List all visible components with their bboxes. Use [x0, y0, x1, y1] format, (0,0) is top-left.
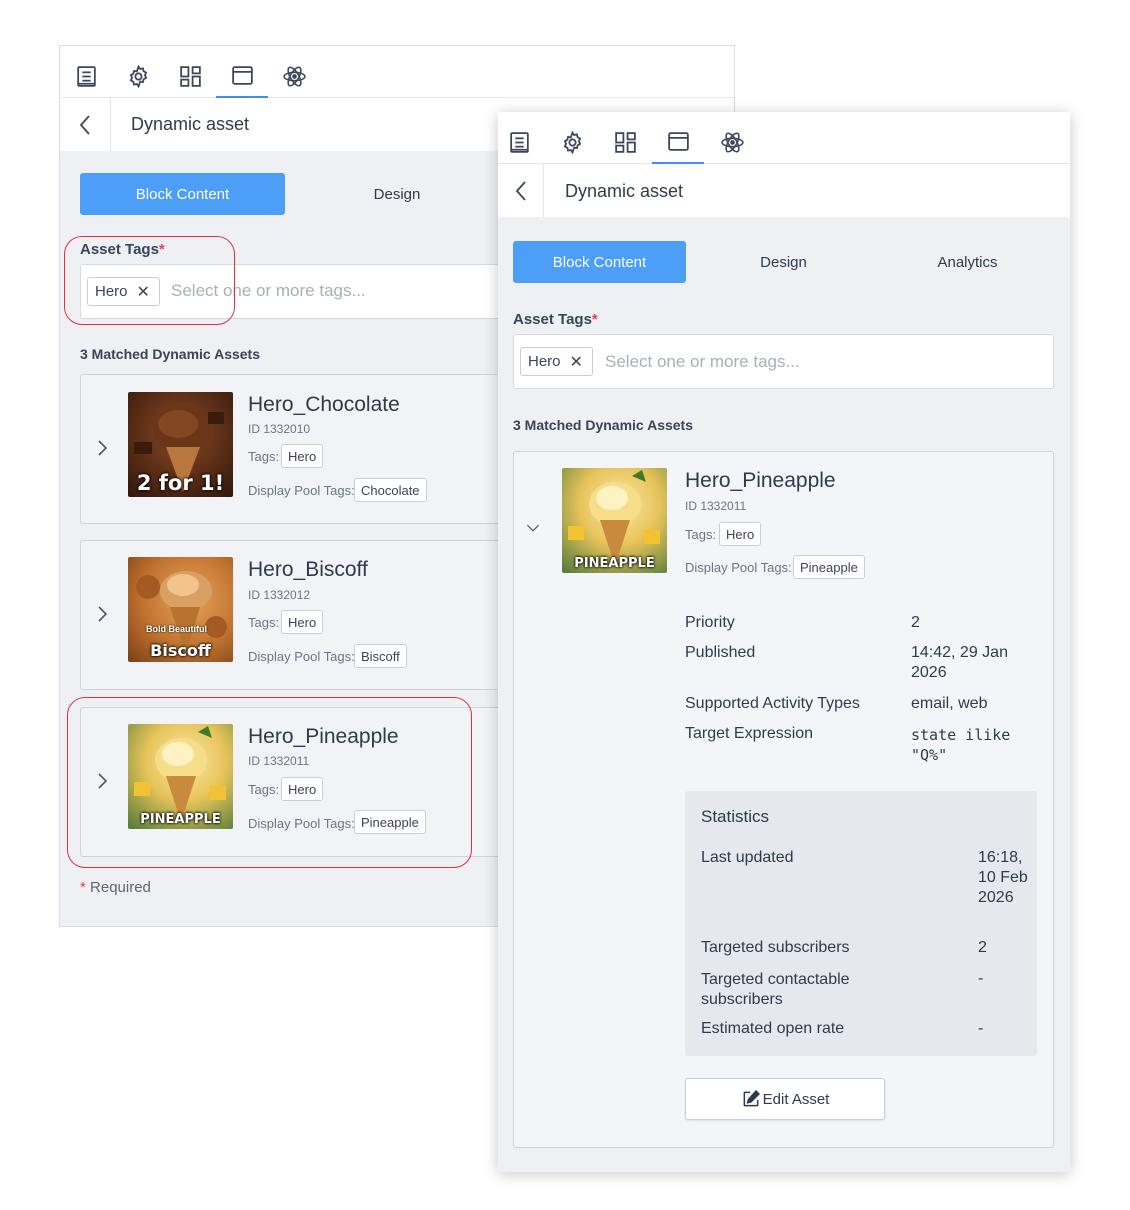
- front-panel: Dynamic asset Block Content Design Analy…: [498, 112, 1070, 1172]
- pool-tags-label: Display Pool Tags:: [685, 560, 792, 575]
- asset-id: ID 1332012: [248, 588, 311, 602]
- close-icon[interactable]: ✕: [570, 352, 583, 372]
- tag-input-placeholder: Select one or more tags...: [605, 352, 800, 371]
- asset-thumbnail: Bold Beautiful Biscoff: [128, 557, 233, 662]
- gear-icon[interactable]: [112, 54, 164, 98]
- edit-asset-button[interactable]: Edit Asset: [685, 1078, 885, 1120]
- asset-name: Hero_Pineapple: [248, 725, 399, 748]
- asset-thumbnail: PINEAPPLE: [562, 468, 667, 573]
- asset-id: ID 1332011: [685, 499, 747, 513]
- chevron-left-icon: [515, 180, 526, 201]
- pool-tag-chip: Chocolate: [354, 478, 427, 502]
- pool-tags-label: Display Pool Tags:: [248, 816, 355, 831]
- tag-chip: Hero: [719, 522, 762, 546]
- layout-icon[interactable]: [599, 120, 651, 164]
- tab-design[interactable]: Design: [696, 241, 871, 283]
- tag-chip-hero: Hero ✕: [520, 347, 593, 376]
- pool-tag-chip: Pineapple: [793, 555, 865, 579]
- atom-icon[interactable]: [706, 120, 758, 164]
- gear-icon[interactable]: [546, 120, 598, 164]
- edit-icon: [743, 1089, 760, 1107]
- window-icon[interactable]: [652, 120, 704, 164]
- matched-assets-title: 3 Matched Dynamic Assets: [80, 346, 260, 362]
- statistics-box: Statistics Last updated 16:18, 10 Feb 20…: [685, 791, 1037, 1056]
- tab-block-content[interactable]: Block Content: [80, 173, 285, 215]
- chevron-left-icon: [79, 114, 90, 135]
- contactable-subscribers-value: -: [978, 970, 984, 987]
- atom-icon[interactable]: [268, 54, 320, 98]
- pool-tag-chip: Biscoff: [354, 644, 407, 668]
- asset-thumbnail: 2 for 1!: [128, 392, 233, 497]
- chevron-right-icon[interactable]: [95, 438, 109, 463]
- asset-id: ID 1332011: [248, 754, 310, 768]
- asset-tags-input[interactable]: Hero ✕ Select one or more tags...: [513, 334, 1054, 389]
- asset-tags-label: Asset Tags*: [80, 241, 165, 258]
- chevron-down-icon[interactable]: [526, 518, 540, 543]
- contactable-subscribers-label: Targeted contactable subscribers: [701, 971, 850, 1008]
- toolbar: [60, 46, 734, 98]
- priority-label: Priority: [685, 614, 735, 631]
- layout-icon[interactable]: [164, 54, 216, 98]
- published-label: Published: [685, 644, 756, 661]
- edit-asset-label: Edit Asset: [762, 1090, 830, 1108]
- required-note: * Required: [80, 879, 151, 896]
- priority-value: 2: [911, 614, 920, 631]
- last-updated-label: Last updated: [701, 849, 794, 866]
- tags-label: Tags:: [248, 782, 280, 797]
- tags-label: Tags:: [248, 449, 280, 464]
- target-expression-label: Target Expression: [685, 725, 814, 742]
- tag-chip: Hero: [281, 444, 324, 468]
- chevron-right-icon[interactable]: [95, 771, 109, 796]
- tab-design[interactable]: Design: [295, 173, 499, 215]
- activity-types-label: Supported Activity Types: [685, 695, 860, 712]
- activity-types-value: email, web: [911, 695, 988, 712]
- toolbar: [498, 112, 1070, 164]
- asset-thumbnail: PINEAPPLE: [128, 724, 233, 829]
- back-button[interactable]: [60, 98, 111, 151]
- pool-tags-label: Display Pool Tags:: [248, 483, 355, 498]
- title-bar: Dynamic asset: [498, 164, 1070, 217]
- close-icon[interactable]: ✕: [137, 282, 150, 302]
- window-icon[interactable]: [216, 54, 268, 98]
- tab-block-content[interactable]: Block Content: [513, 241, 686, 283]
- pool-tags-label: Display Pool Tags:: [248, 649, 355, 664]
- open-rate-label: Estimated open rate: [701, 1020, 845, 1037]
- tags-label: Tags:: [685, 527, 717, 542]
- targeted-subscribers-label: Targeted subscribers: [701, 939, 850, 956]
- page-title: Dynamic asset: [565, 181, 684, 201]
- tab-analytics[interactable]: Analytics: [881, 241, 1054, 283]
- tag-chip: Hero: [281, 777, 324, 801]
- document-icon[interactable]: [498, 120, 545, 164]
- asset-id: ID 1332010: [248, 422, 311, 436]
- back-button[interactable]: [498, 164, 544, 217]
- statistics-title: Statistics: [701, 807, 770, 826]
- open-rate-value: -: [978, 1020, 984, 1037]
- published-value: 14:42, 29 Jan 2026: [911, 644, 1008, 681]
- tag-chip-hero: Hero ✕: [87, 277, 160, 306]
- last-updated-value: 16:18, 10 Feb 2026: [978, 849, 1028, 906]
- targeted-subscribers-value: 2: [978, 939, 987, 956]
- target-expression-value: state ilike "Q%": [911, 726, 1011, 764]
- asset-name: Hero_Biscoff: [248, 558, 368, 581]
- page-title: Dynamic asset: [131, 114, 250, 134]
- tag-input-placeholder: Select one or more tags...: [171, 281, 366, 300]
- matched-assets-title: 3 Matched Dynamic Assets: [513, 417, 693, 433]
- asset-card-expanded[interactable]: PINEAPPLE Hero_Pineapple ID 1332011 Tags…: [513, 451, 1054, 1148]
- asset-tags-label: Asset Tags*: [513, 311, 598, 328]
- asset-name: Hero_Pineapple: [685, 469, 836, 492]
- chevron-right-icon[interactable]: [95, 604, 109, 629]
- asset-name: Hero_Chocolate: [248, 393, 400, 416]
- document-icon[interactable]: [60, 54, 112, 98]
- pool-tag-chip: Pineapple: [354, 810, 426, 834]
- tags-label: Tags:: [248, 615, 280, 630]
- tag-chip: Hero: [281, 610, 324, 634]
